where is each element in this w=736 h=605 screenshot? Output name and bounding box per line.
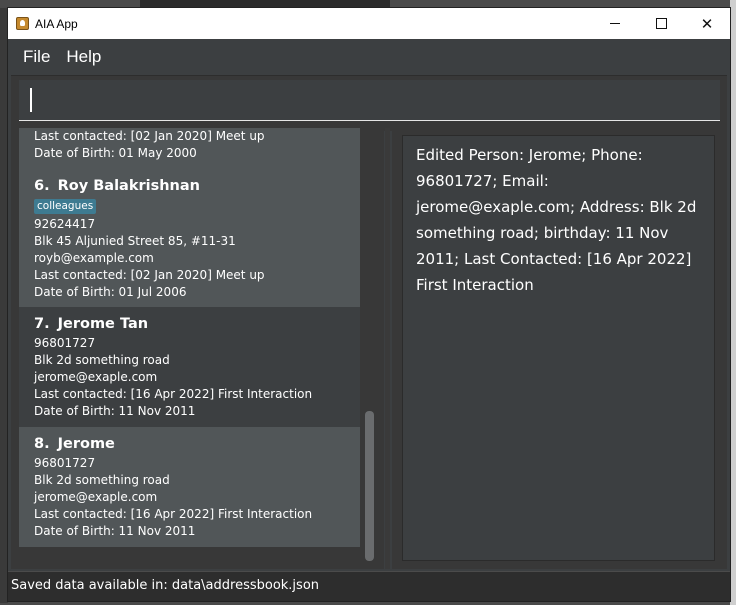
app-icon [16,17,29,30]
status-text: Saved data available in: data\addressboo… [11,578,320,593]
person-card-7[interactable]: 7. Jerome Tan 96801727 Blk 2d something r… [19,307,360,427]
card-email: royb@example.com [34,251,154,265]
tag-list: colleagues [34,197,345,216]
title-bar[interactable]: AIA App ✕ [8,8,730,39]
background-window-edge-right [730,0,736,605]
card-last-contacted: Last contacted: [16 Apr 2022] First Inte… [34,387,313,401]
command-area [11,75,727,131]
card-last-contacted: Last contacted: [02 Jan 2020] Meet up [34,129,265,143]
card-index: 6. [34,178,50,194]
card-header: 7. Jerome Tan [34,313,345,335]
minimize-icon [610,23,620,24]
card-phone: 96801727 [34,456,96,470]
person-list-panel: Last contacted: [02 Jan 2020] Meet up Da… [11,128,384,569]
card-index: 7. [34,316,50,332]
menu-help[interactable]: Help [58,47,109,67]
close-button[interactable]: ✕ [684,8,730,39]
menu-file[interactable]: File [15,47,58,67]
card-phone: 92624417 [34,217,96,231]
person-list[interactable]: Last contacted: [02 Jan 2020] Meet up Da… [19,128,360,566]
card-address: Blk 2d something road [34,353,170,367]
background-window-edge [0,8,8,603]
tag-badge: colleagues [34,199,97,214]
person-card-partial[interactable]: Last contacted: [02 Jan 2020] Meet up Da… [19,128,360,169]
card-dob: Date of Birth: 01 Jul 2006 [34,285,187,299]
window-controls: ✕ [592,8,730,39]
list-scrollbar-thumb[interactable] [365,411,374,561]
card-dob: Date of Birth: 11 Nov 2011 [34,524,196,538]
panel-divider[interactable] [385,128,390,569]
status-bar: Saved data available in: data\addressboo… [8,571,730,601]
card-header: 6. Roy Balakrishnan [34,175,345,197]
result-panel: Edited Person: Jerome; Phone: 96801727; … [392,128,727,569]
app-window: AIA App ✕ File Help Last contacted: [02 … [8,8,730,601]
command-input[interactable] [19,80,720,121]
close-icon: ✕ [700,14,714,33]
card-name: Jerome [57,436,115,452]
card-dob: Date of Birth: 11 Nov 2011 [34,404,196,418]
card-name: Roy Balakrishnan [57,178,200,194]
minimize-button[interactable] [592,8,638,39]
maximize-icon [655,18,667,29]
card-header: 8. Jerome [34,433,345,455]
card-last-contacted: Last contacted: [02 Jan 2020] Meet up [34,268,265,282]
maximize-button[interactable] [638,8,684,39]
card-email: jerome@exaple.com [34,370,158,384]
text-caret [30,88,32,112]
card-address: Blk 2d something road [34,473,170,487]
card-dob: Date of Birth: 01 May 2000 [34,146,197,160]
card-phone: 96801727 [34,336,96,350]
card-last-contacted: Last contacted: [16 Apr 2022] First Inte… [34,507,313,521]
result-display: Edited Person: Jerome; Phone: 96801727; … [402,135,715,561]
card-index: 8. [34,436,50,452]
card-email: jerome@exaple.com [34,490,158,504]
person-card-6[interactable]: 6. Roy Balakrishnan colleagues 92624417 B… [19,169,360,307]
menu-bar: File Help [8,39,730,75]
person-card-8[interactable]: 8. Jerome 96801727 Blk 2d something road … [19,427,360,547]
background-window-strip [140,0,390,8]
card-address: Blk 45 Aljunied Street 85, #11-31 [34,234,236,248]
card-name: Jerome Tan [57,316,149,332]
window-title: AIA App [35,16,78,31]
